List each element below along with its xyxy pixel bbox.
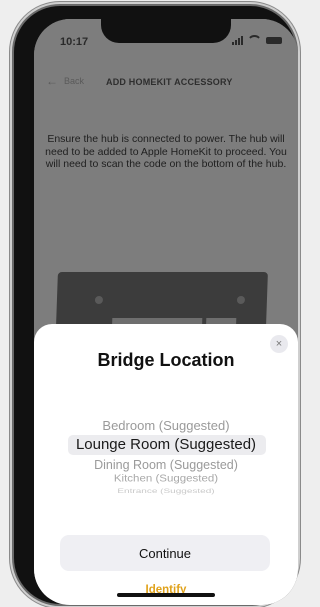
back-arrow-icon: ←	[46, 74, 58, 88]
home-indicator[interactable]	[117, 593, 215, 597]
signal-icon	[232, 35, 243, 45]
status-time: 10:17	[60, 36, 89, 48]
status-icons	[232, 35, 282, 45]
hub-screw	[236, 296, 246, 304]
back-label: Back	[64, 76, 85, 86]
page-title: ADD HOMEKIT ACCESSORY	[106, 77, 233, 87]
picker-option[interactable]: Kitchen (Suggested)	[34, 474, 298, 484]
location-picker[interactable]: Bedroom (Suggested) Lounge Room (Suggest…	[34, 416, 298, 506]
picker-option-selected[interactable]: Lounge Room (Suggested)	[34, 436, 298, 453]
screen: 10:17 ← Back ADD HOMEKIT ACCESSORY Ensur…	[34, 19, 298, 605]
picker-option[interactable]: Bedroom (Suggested)	[34, 418, 298, 433]
picker-option[interactable]: Dining Room (Suggested)	[34, 458, 298, 472]
continue-button[interactable]: Continue	[60, 535, 270, 571]
sheet-title: Bridge Location	[97, 350, 235, 370]
close-icon: ×	[275, 338, 283, 350]
instructions-text: Ensure the hub is connected to power. Th…	[45, 133, 287, 170]
phone-frame: 10:17 ← Back ADD HOMEKIT ACCESSORY Ensur…	[14, 6, 298, 605]
status-bar: 10:17	[34, 19, 298, 59]
bridge-location-sheet: × Bridge Location Bedroom (Suggested) Lo…	[34, 324, 298, 605]
nav-bar: ← Back ADD HOMEKIT ACCESSORY	[34, 71, 298, 95]
back-button[interactable]: ← Back	[46, 74, 85, 88]
wifi-icon	[247, 35, 262, 45]
battery-icon	[266, 36, 282, 44]
picker-option[interactable]: Entrance (Suggested)	[34, 488, 298, 495]
hub-screw	[94, 296, 104, 304]
